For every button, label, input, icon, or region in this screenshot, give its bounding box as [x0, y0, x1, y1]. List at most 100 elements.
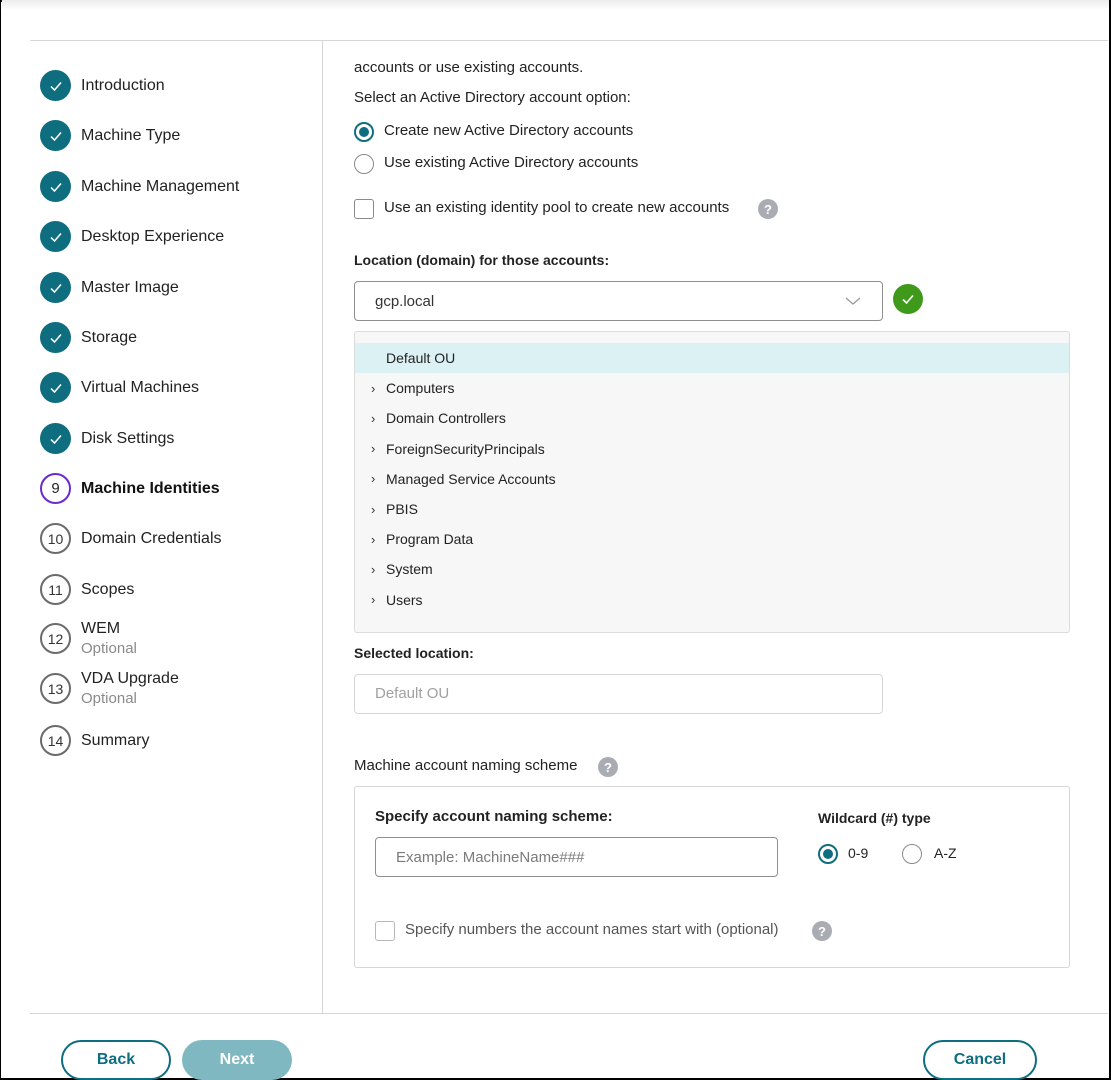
chevron-right-icon[interactable]: ›: [371, 532, 375, 547]
step-complete-check-icon: [40, 272, 71, 303]
ou-tree-item[interactable]: Default OU: [355, 343, 1069, 373]
ou-name: Program Data: [386, 531, 474, 548]
ou-tree-item[interactable]: › Computers: [355, 373, 1069, 403]
step-optional-label: Optional: [81, 640, 137, 657]
header-divider: [30, 40, 1108, 41]
step-complete-check-icon: [40, 221, 71, 252]
step-label: Master Image: [81, 278, 179, 296]
step-complete-check-icon: [40, 171, 71, 202]
chevron-right-icon[interactable]: ›: [371, 411, 375, 426]
sidebar-step-introduction[interactable]: Introduction: [40, 70, 165, 101]
step-label: Virtual Machines: [81, 378, 199, 396]
chevron-right-icon[interactable]: ›: [371, 471, 375, 486]
start-numbers-label: Specify numbers the account names start …: [405, 921, 779, 938]
step-text: Machine Management: [81, 178, 239, 196]
ou-name: Domain Controllers: [386, 410, 506, 427]
step-label: WEM: [81, 620, 121, 637]
selected-location-value: Default OU: [375, 685, 450, 702]
step-text: WEM Optional: [81, 620, 137, 657]
step-number-badge: 10: [40, 523, 71, 554]
step-text: Master Image: [81, 279, 179, 297]
step-complete-check-icon: [40, 120, 71, 151]
domain-select[interactable]: gcp.local: [354, 281, 883, 321]
ou-name: Computers: [386, 380, 455, 397]
step-label: VDA Upgrade: [81, 670, 179, 687]
sidebar-step-master-image[interactable]: Master Image: [40, 272, 179, 303]
chevron-right-icon[interactable]: ›: [371, 502, 375, 517]
ou-name: PBIS: [386, 501, 418, 517]
start-numbers-checkbox[interactable]: [375, 921, 395, 941]
identity-pool-checkbox[interactable]: [354, 199, 374, 219]
step-number-badge: 13: [40, 673, 71, 704]
sidebar-step-desktop-experience[interactable]: Desktop Experience: [40, 221, 224, 252]
ou-tree-item[interactable]: › ForeignSecurityPrincipals: [355, 434, 1069, 464]
wildcard-type-label: Wildcard (#) type: [818, 810, 931, 826]
sidebar-step-storage[interactable]: Storage: [40, 322, 137, 353]
radio-button[interactable]: [902, 844, 922, 864]
help-icon[interactable]: ?: [812, 921, 832, 941]
radio-button[interactable]: [354, 154, 374, 174]
step-text: Virtual Machines: [81, 379, 199, 397]
chevron-down-icon: [845, 297, 861, 305]
radio-label: Create new Active Directory accounts: [384, 122, 634, 139]
ou-name: System: [386, 561, 433, 578]
ou-tree-item[interactable]: › Users: [355, 585, 1069, 615]
intro-text: accounts or use existing accounts.: [354, 59, 584, 76]
sidebar-step-vda-upgrade: 13 VDA Upgrade Optional: [40, 670, 179, 707]
step-text: Disk Settings: [81, 430, 174, 448]
naming-scheme-input-wrapper: [375, 837, 778, 877]
radio-label: Use existing Active Directory accounts: [384, 154, 639, 171]
help-icon[interactable]: ?: [598, 757, 618, 777]
step-complete-check-icon: [40, 322, 71, 353]
step-label: Introduction: [81, 76, 165, 94]
ou-tree-item[interactable]: › Domain Controllers: [355, 403, 1069, 433]
specify-naming-label: Specify account naming scheme:: [375, 808, 613, 825]
top-shadow: [2, 0, 1109, 10]
ou-name: Managed Service Accounts: [386, 470, 556, 487]
sidebar-step-machine-type[interactable]: Machine Type: [40, 120, 180, 151]
ou-tree-item[interactable]: › Managed Service Accounts: [355, 464, 1069, 494]
step-text: Machine Type: [81, 127, 180, 145]
step-complete-check-icon: [40, 70, 71, 101]
next-button[interactable]: Next: [182, 1040, 292, 1080]
back-button[interactable]: Back: [61, 1040, 171, 1080]
sidebar-step-machine-identities: 9 Machine Identities: [40, 473, 220, 504]
step-text: Storage: [81, 329, 137, 347]
sidebar-step-disk-settings[interactable]: Disk Settings: [40, 423, 174, 454]
radio-button[interactable]: [818, 844, 838, 864]
valid-check-icon: [893, 284, 923, 314]
location-label: Location (domain) for those accounts:: [354, 252, 610, 268]
step-label: Scopes: [81, 580, 135, 598]
help-icon[interactable]: ?: [758, 199, 778, 219]
step-number-badge: 14: [40, 725, 71, 756]
step-complete-check-icon: [40, 372, 71, 403]
step-text: Scopes: [81, 581, 134, 599]
step-number-badge: 9: [40, 473, 71, 504]
sidebar-step-scopes: 11 Scopes: [40, 574, 134, 605]
chevron-right-icon[interactable]: ›: [371, 381, 375, 396]
radio-button[interactable]: [354, 122, 374, 142]
selected-location-field: Default OU: [354, 674, 883, 714]
ou-name: Users: [386, 591, 423, 608]
ou-tree-item[interactable]: › PBIS: [355, 494, 1069, 524]
step-label: Disk Settings: [81, 429, 175, 447]
domain-select-value: gcp.local: [375, 293, 435, 310]
cancel-button[interactable]: Cancel: [923, 1040, 1037, 1080]
step-text: Machine Identities: [81, 480, 220, 498]
step-number-badge: 11: [40, 574, 71, 605]
sidebar-step-machine-management[interactable]: Machine Management: [40, 171, 239, 202]
radio-label: 0-9: [848, 845, 869, 861]
step-label: Summary: [81, 731, 150, 749]
chevron-right-icon[interactable]: ›: [371, 441, 375, 456]
sidebar-step-domain-credentials: 10 Domain Credentials: [40, 523, 222, 554]
sidebar-step-virtual-machines[interactable]: Virtual Machines: [40, 372, 199, 403]
naming-scheme-input[interactable]: [376, 838, 777, 876]
ou-tree-item[interactable]: › System: [355, 554, 1069, 584]
ou-tree: Default OU › Computers › Domain Controllers ›…: [354, 331, 1070, 633]
selected-location-label: Selected location:: [354, 645, 474, 661]
chevron-right-icon[interactable]: ›: [371, 592, 375, 607]
step-label: Domain Credentials: [81, 529, 222, 547]
ou-tree-item[interactable]: › Program Data: [355, 524, 1069, 554]
chevron-right-icon[interactable]: ›: [371, 562, 375, 577]
step-label: Machine Management: [81, 177, 240, 195]
